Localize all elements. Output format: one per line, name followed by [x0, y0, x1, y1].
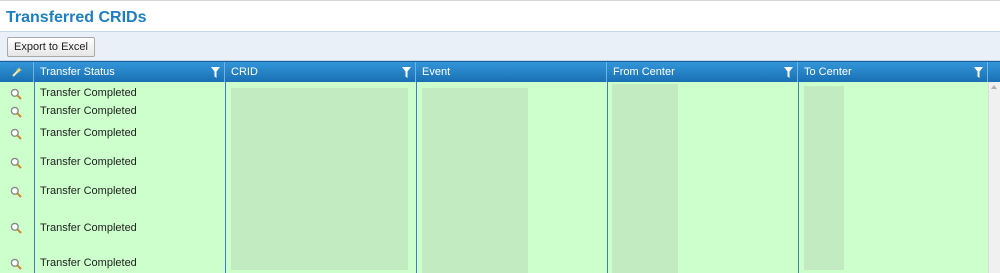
magnifier-icon[interactable] [10, 186, 22, 198]
column-label: From Center [613, 66, 675, 78]
header-action-column[interactable] [0, 62, 34, 83]
wand-icon [12, 67, 22, 77]
grid-header: Transfer Status CRID Event From Center T… [0, 61, 1000, 83]
grid-toolbar: Export to Excel [0, 31, 1000, 61]
transfer-status-cell: Transfer Completed [40, 105, 137, 117]
column-header-to-center[interactable]: To Center [798, 62, 988, 83]
transfer-status-cell: Transfer Completed [40, 222, 137, 234]
export-to-excel-button[interactable]: Export to Excel [7, 37, 95, 57]
transfer-status-cell: Transfer Completed [40, 185, 137, 197]
vertical-scrollbar[interactable] [988, 82, 1000, 273]
table-row[interactable]: Transfer Completed [0, 178, 988, 208]
column-label: To Center [804, 66, 852, 78]
table-row[interactable]: Transfer Completed [0, 125, 988, 147]
column-header-from-center[interactable]: From Center [607, 62, 798, 83]
transferred-crids-grid: Transfer Status CRID Event From Center T… [0, 61, 1000, 273]
table-row[interactable]: Transfer Completed [0, 86, 988, 102]
magnifier-icon[interactable] [10, 222, 22, 234]
magnifier-icon[interactable] [10, 128, 22, 140]
transfer-status-cell: Transfer Completed [40, 257, 137, 269]
filter-icon[interactable] [974, 67, 983, 78]
column-label: CRID [231, 66, 258, 78]
grid-body: Transfer Completed Transfer Completed Tr… [0, 82, 988, 273]
table-row[interactable]: Transfer Completed [0, 103, 988, 123]
column-header-event[interactable]: Event [416, 62, 607, 83]
transfer-status-cell: Transfer Completed [40, 156, 137, 168]
table-row[interactable]: Transfer Completed [0, 252, 988, 273]
column-header-crid[interactable]: CRID [225, 62, 416, 83]
filter-icon[interactable] [211, 67, 220, 78]
column-label: Transfer Status [40, 66, 115, 78]
column-label: Event [422, 66, 451, 78]
magnifier-icon[interactable] [10, 258, 22, 270]
magnifier-icon[interactable] [10, 157, 22, 169]
table-row[interactable]: Transfer Completed [0, 150, 988, 176]
filter-icon[interactable] [402, 67, 411, 78]
scroll-up-arrow-icon[interactable] [991, 85, 997, 89]
magnifier-icon[interactable] [10, 88, 22, 100]
header-scroll-spacer [988, 62, 1000, 83]
table-row[interactable]: Transfer Completed [0, 212, 988, 246]
transfer-status-cell: Transfer Completed [40, 127, 137, 139]
transfer-status-cell: Transfer Completed [40, 87, 137, 99]
page-title: Transferred CRIDs [6, 9, 147, 26]
filter-icon[interactable] [784, 67, 793, 78]
column-header-transfer-status[interactable]: Transfer Status [34, 62, 225, 83]
title-bar: Transferred CRIDs [0, 0, 1000, 31]
magnifier-icon[interactable] [10, 106, 22, 118]
